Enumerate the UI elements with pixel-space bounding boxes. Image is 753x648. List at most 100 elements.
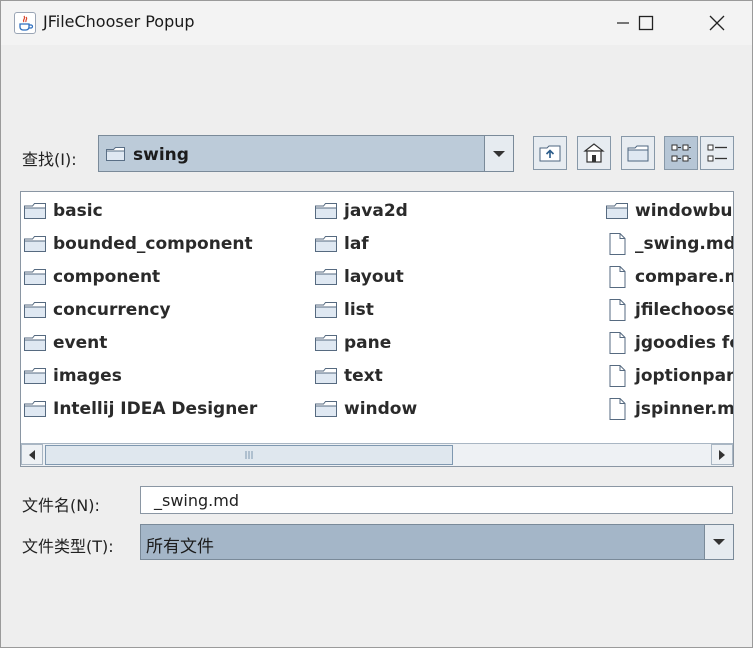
folder-item[interactable]: bounded_component xyxy=(23,231,253,257)
horizontal-scrollbar[interactable] xyxy=(21,443,733,466)
file-icon xyxy=(605,332,629,354)
file-name: images xyxy=(53,366,122,386)
file-item[interactable]: _swing.md xyxy=(605,231,734,257)
scroll-thumb[interactable] xyxy=(45,445,453,465)
file-icon xyxy=(605,233,629,255)
list-view-icon xyxy=(671,144,691,162)
grip-icon xyxy=(245,451,253,459)
file-item[interactable]: joptionpane xyxy=(605,363,733,389)
close-button[interactable] xyxy=(694,1,740,45)
file-icon xyxy=(605,299,629,321)
folder-icon xyxy=(314,398,338,420)
details-view-icon xyxy=(707,144,727,162)
file-item[interactable]: compare.m xyxy=(605,264,734,290)
filetype-dropdown-button[interactable] xyxy=(704,525,733,559)
folder-icon xyxy=(23,266,47,288)
file-name: event xyxy=(53,333,108,353)
folder-item[interactable]: basic xyxy=(23,198,103,224)
scroll-left-button[interactable] xyxy=(21,444,43,465)
folder-up-icon xyxy=(539,145,561,162)
lookin-combo[interactable]: swing xyxy=(98,135,514,172)
file-name: text xyxy=(344,366,383,386)
filename-label: 文件名(N): xyxy=(22,496,100,515)
chevron-down-icon xyxy=(713,539,725,545)
home-icon xyxy=(583,143,605,163)
folder-item[interactable]: Intellij IDEA Designer xyxy=(23,396,257,422)
file-name: jspinner.mc xyxy=(635,399,734,419)
folder-icon xyxy=(23,332,47,354)
folder-icon xyxy=(23,233,47,255)
file-name: joptionpane xyxy=(635,366,733,386)
lookin-label: 查找(I): xyxy=(22,150,77,169)
up-one-level-button[interactable] xyxy=(533,136,567,170)
folder-icon xyxy=(314,299,338,321)
folder-item[interactable]: windowbuil xyxy=(605,198,734,224)
file-chooser-window: JFileChooser Popup 查找(I): swing basic bo… xyxy=(0,0,753,648)
file-name: compare.m xyxy=(635,267,734,287)
folder-item[interactable]: images xyxy=(23,363,122,389)
folder-item[interactable]: java2d xyxy=(314,198,408,224)
folder-icon xyxy=(314,332,338,354)
details-view-button[interactable] xyxy=(700,136,734,170)
arrow-left-icon xyxy=(29,449,35,460)
folder-icon xyxy=(605,200,629,222)
folder-icon xyxy=(23,365,47,387)
filetype-combo[interactable]: 所有文件 xyxy=(140,524,734,560)
filetype-value: 所有文件 xyxy=(146,537,214,557)
folder-item[interactable]: component xyxy=(23,264,160,290)
file-list[interactable]: basic bounded_component component concurren… xyxy=(20,191,734,467)
file-name: laf xyxy=(344,234,369,254)
file-name: pane xyxy=(344,333,392,353)
close-icon xyxy=(709,15,725,31)
list-view-button[interactable] xyxy=(664,136,698,170)
folder-icon xyxy=(314,266,338,288)
maximize-button[interactable] xyxy=(623,1,669,45)
filetype-label: 文件类型(T): xyxy=(22,537,114,556)
file-name: jfilechoose xyxy=(635,300,734,320)
folder-icon xyxy=(23,200,47,222)
file-icon xyxy=(605,266,629,288)
file-name: bounded_component xyxy=(53,234,253,254)
file-item[interactable]: jspinner.mc xyxy=(605,396,734,422)
folder-icon xyxy=(23,299,47,321)
folder-icon xyxy=(23,398,47,420)
folder-item[interactable]: window xyxy=(314,396,417,422)
folder-item[interactable]: laf xyxy=(314,231,369,257)
file-icon xyxy=(605,398,629,420)
file-icon xyxy=(605,365,629,387)
chevron-down-icon xyxy=(493,150,505,157)
filename-input[interactable]: _swing.md xyxy=(140,486,733,514)
lookin-value: swing xyxy=(133,145,189,165)
folder-item[interactable]: layout xyxy=(314,264,404,290)
java-app-icon xyxy=(14,12,36,34)
file-name: list xyxy=(344,300,374,320)
folder-item[interactable]: event xyxy=(23,330,107,356)
maximize-icon xyxy=(638,15,654,31)
file-name: window xyxy=(344,399,418,419)
folder-icon xyxy=(314,200,338,222)
arrow-right-icon xyxy=(719,449,725,460)
folder-item[interactable]: text xyxy=(314,363,383,389)
window-title: JFileChooser Popup xyxy=(43,12,195,31)
file-item[interactable]: jfilechoose xyxy=(605,297,734,323)
folder-icon xyxy=(314,233,338,255)
file-name: concurrency xyxy=(53,300,171,320)
file-item[interactable]: jgoodies fo xyxy=(605,330,734,356)
file-name: layout xyxy=(344,267,404,287)
folder-item[interactable]: concurrency xyxy=(23,297,171,323)
file-name: jgoodies fo xyxy=(635,333,734,353)
folder-item[interactable]: pane xyxy=(314,330,391,356)
file-name: Intellij IDEA Designer xyxy=(53,399,258,419)
file-name: java2d xyxy=(344,201,408,221)
scroll-right-button[interactable] xyxy=(711,444,733,465)
folder-icon xyxy=(314,365,338,387)
title-bar[interactable]: JFileChooser Popup xyxy=(1,1,752,45)
home-button[interactable] xyxy=(577,136,611,170)
folder-icon xyxy=(105,145,127,167)
folder-item[interactable]: list xyxy=(314,297,374,323)
new-folder-button[interactable] xyxy=(621,136,655,170)
lookin-dropdown-button[interactable] xyxy=(484,136,513,171)
file-name: _swing.md xyxy=(635,234,734,254)
new-folder-icon xyxy=(627,145,649,162)
file-name: windowbuil xyxy=(635,201,734,221)
